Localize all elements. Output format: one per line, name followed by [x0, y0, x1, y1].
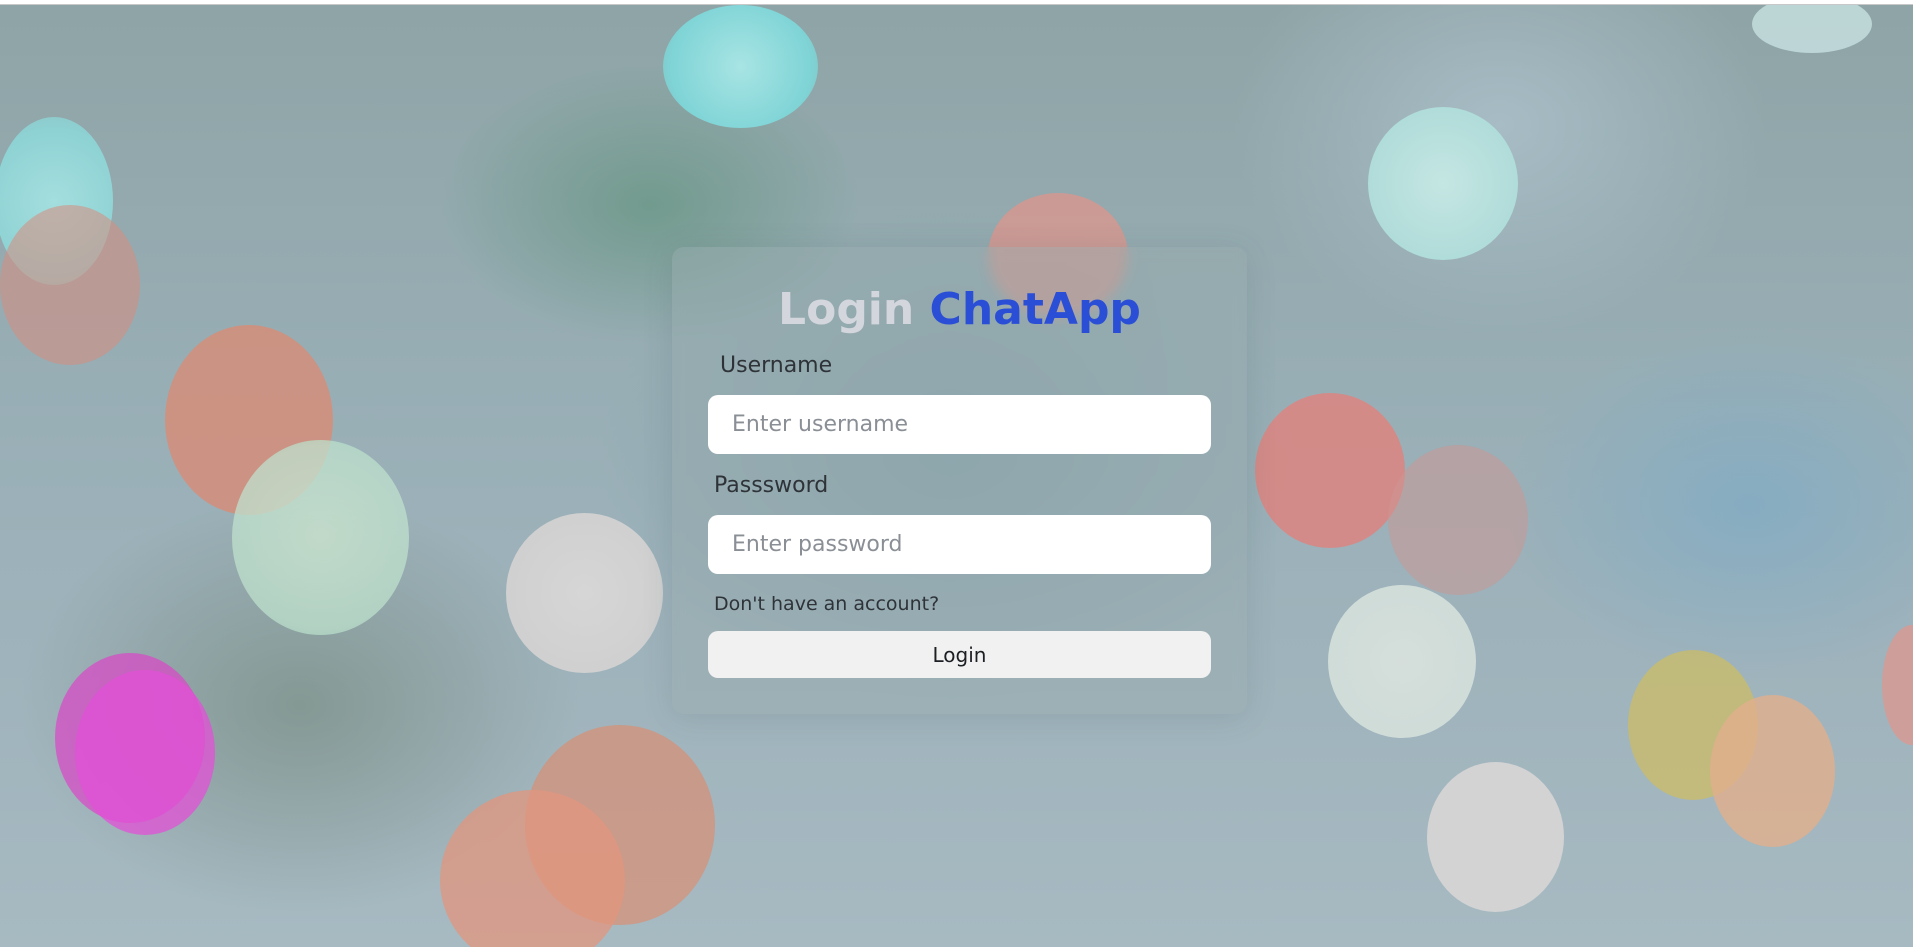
bokeh-circle	[1368, 107, 1518, 260]
password-input[interactable]	[708, 515, 1211, 574]
page-title: Login ChatApp	[672, 284, 1247, 336]
login-card: Login ChatApp Username Passsword Don't h…	[672, 247, 1247, 714]
bokeh-circle	[663, 5, 818, 128]
login-page: Login ChatApp Username Passsword Don't h…	[0, 0, 1913, 947]
title-prefix: Login	[778, 284, 915, 335]
password-label: Passsword	[714, 473, 829, 498]
bokeh-circle	[1752, 5, 1872, 53]
bokeh-circle	[1882, 625, 1913, 745]
bokeh-circle	[232, 440, 409, 635]
bokeh-circle	[1328, 585, 1476, 738]
signup-link[interactable]: Don't have an account?	[714, 593, 939, 615]
bokeh-circle	[1710, 695, 1835, 847]
bokeh-circle	[1388, 445, 1528, 595]
title-brand: ChatApp	[929, 284, 1141, 335]
bokeh-circle	[506, 513, 663, 673]
bokeh-circle	[75, 670, 215, 835]
username-input[interactable]	[708, 395, 1211, 454]
login-button[interactable]: Login	[708, 631, 1211, 678]
bokeh-circle	[1427, 762, 1564, 912]
username-label: Username	[720, 353, 833, 378]
top-divider	[0, 0, 1913, 5]
bokeh-circle	[1255, 393, 1405, 548]
bokeh-circle	[0, 205, 140, 365]
